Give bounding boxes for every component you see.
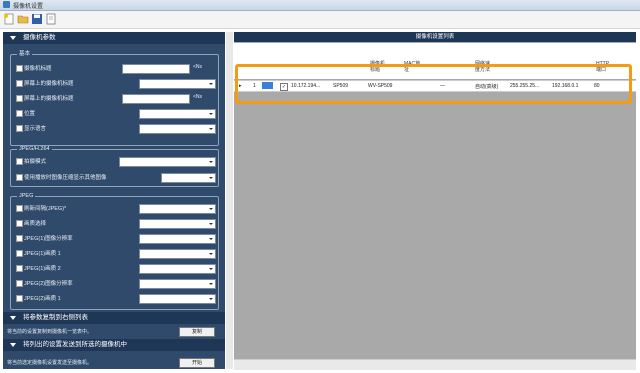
dropdown-arrow-icon (209, 113, 213, 115)
group-jpeg-h264: JPEG/H.264 拍摄模式 使用播放时图像压缩显示其他图像 (10, 146, 219, 187)
dropdown-arrow-icon (209, 238, 213, 240)
collapse-icon (10, 343, 16, 347)
refresh-interval-select[interactable] (139, 204, 216, 214)
panel-splitter[interactable] (226, 32, 233, 369)
checkbox[interactable] (16, 158, 23, 165)
checkbox[interactable] (16, 205, 23, 212)
compress-display-select[interactable] (161, 173, 216, 183)
jpeg2-quality1-select[interactable] (139, 294, 216, 304)
quality-select[interactable] (139, 219, 216, 229)
row-jpeg1-resolution: JPEG(1)图像分辨率 (11, 233, 218, 244)
section-camera-params[interactable]: 摄像机参数 (3, 32, 225, 44)
row-language: 显示语言 (11, 123, 218, 134)
row-jpeg2-quality1: JPEG(2)画质 1 (11, 293, 218, 304)
row-osd-title-text: 屏幕上的摄像机标题 <Ns (11, 93, 218, 104)
row-position: 位置 (11, 108, 218, 119)
horizontal-scrollbar[interactable] (234, 359, 636, 370)
camera-title-input[interactable] (122, 64, 190, 74)
language-select[interactable] (139, 124, 216, 134)
checkbox[interactable] (16, 110, 23, 117)
checkbox[interactable] (16, 95, 23, 102)
jpeg1-quality1-select[interactable] (139, 249, 216, 259)
jpeg2-resolution-select[interactable] (139, 279, 216, 289)
jpeg1-resolution-select[interactable] (139, 234, 216, 244)
dropdown-arrow-icon (209, 161, 213, 163)
row-jpeg2-resolution: JPEG(2)图像分辨率 (11, 278, 218, 289)
checkbox[interactable] (16, 220, 23, 227)
dropdown-arrow-icon (209, 283, 213, 285)
dropdown-arrow-icon (209, 268, 213, 270)
camera-list-title: 摄像机设置列表 (234, 32, 636, 42)
checkbox[interactable] (16, 235, 23, 242)
open-folder-icon[interactable] (17, 13, 29, 25)
dropdown-arrow-icon (209, 298, 213, 300)
dropdown-arrow-icon (209, 177, 213, 179)
capture-mode-select[interactable] (119, 157, 216, 167)
document-icon[interactable] (45, 13, 57, 25)
row-jpeg1-quality2: JPEG(1)画质 2 (11, 263, 218, 274)
section-send-to-camera[interactable]: 将列出的设置发送到所选的摄像机中 (3, 339, 225, 351)
copy-row: 将当前的设置复制到摄像机一览表中。 复制 (3, 326, 225, 337)
osd-title-input[interactable] (122, 94, 190, 104)
dropdown-arrow-icon (209, 253, 213, 255)
row-camera-title: 摄像机标题 <Ns (11, 63, 218, 74)
checkbox[interactable] (16, 265, 23, 272)
checkbox[interactable] (16, 280, 23, 287)
collapse-icon (10, 316, 16, 320)
save-icon[interactable] (31, 13, 43, 25)
checkbox[interactable] (16, 125, 23, 132)
row-compress-display: 使用播放时图像压缩显示其他图像 (11, 172, 218, 183)
checkbox[interactable] (16, 80, 23, 87)
group-basic: 基本 摄像机标题 <Ns 屏幕上的摄像机标题 屏幕上的摄像机标题 <Ns 位置 … (10, 51, 219, 146)
row-osd-title: 屏幕上的摄像机标题 (11, 78, 218, 89)
new-file-icon[interactable] (3, 13, 15, 25)
row-capture-mode: 拍摄模式 (11, 156, 218, 167)
toolbar (0, 11, 640, 29)
start-button[interactable]: 开始 (179, 358, 215, 368)
dropdown-arrow-icon (209, 83, 213, 85)
collapse-icon (10, 36, 16, 40)
checkbox[interactable] (16, 295, 23, 302)
osd-title-select[interactable] (139, 79, 216, 89)
position-select[interactable] (139, 109, 216, 119)
copy-button[interactable]: 复制 (179, 327, 215, 337)
window-titlebar: 摄像机设置 (0, 0, 640, 11)
dropdown-arrow-icon (209, 208, 213, 210)
highlight-box (235, 64, 632, 104)
jpeg1-quality2-select[interactable] (139, 264, 216, 274)
row-jpeg1-quality1: JPEG(1)画质 1 (11, 248, 218, 259)
dropdown-arrow-icon (209, 223, 213, 225)
window-title: 摄像机设置 (13, 4, 44, 10)
section-copy-to-list[interactable]: 将参数复制到右侧列表 (3, 312, 225, 324)
checkbox[interactable] (16, 174, 23, 181)
checkbox[interactable] (16, 65, 23, 72)
checkbox[interactable] (16, 250, 23, 257)
row-quality-select: 画质选择 (11, 218, 218, 229)
send-row: 将当前选定摄像机设置发送至摄像机。 开始 (3, 357, 225, 368)
group-jpeg: JPEG 刷新间隔(JPEG)* 画质选择 JPEG(1)图像分辨率 JPEG(… (10, 193, 219, 310)
row-refresh-interval: 刷新间隔(JPEG)* (11, 203, 218, 214)
app-icon (3, 1, 10, 8)
dropdown-arrow-icon (209, 128, 213, 130)
camera-params-panel: 摄像机参数 基本 摄像机标题 <Ns 屏幕上的摄像机标题 屏幕上的摄像机标题 <… (3, 32, 225, 369)
